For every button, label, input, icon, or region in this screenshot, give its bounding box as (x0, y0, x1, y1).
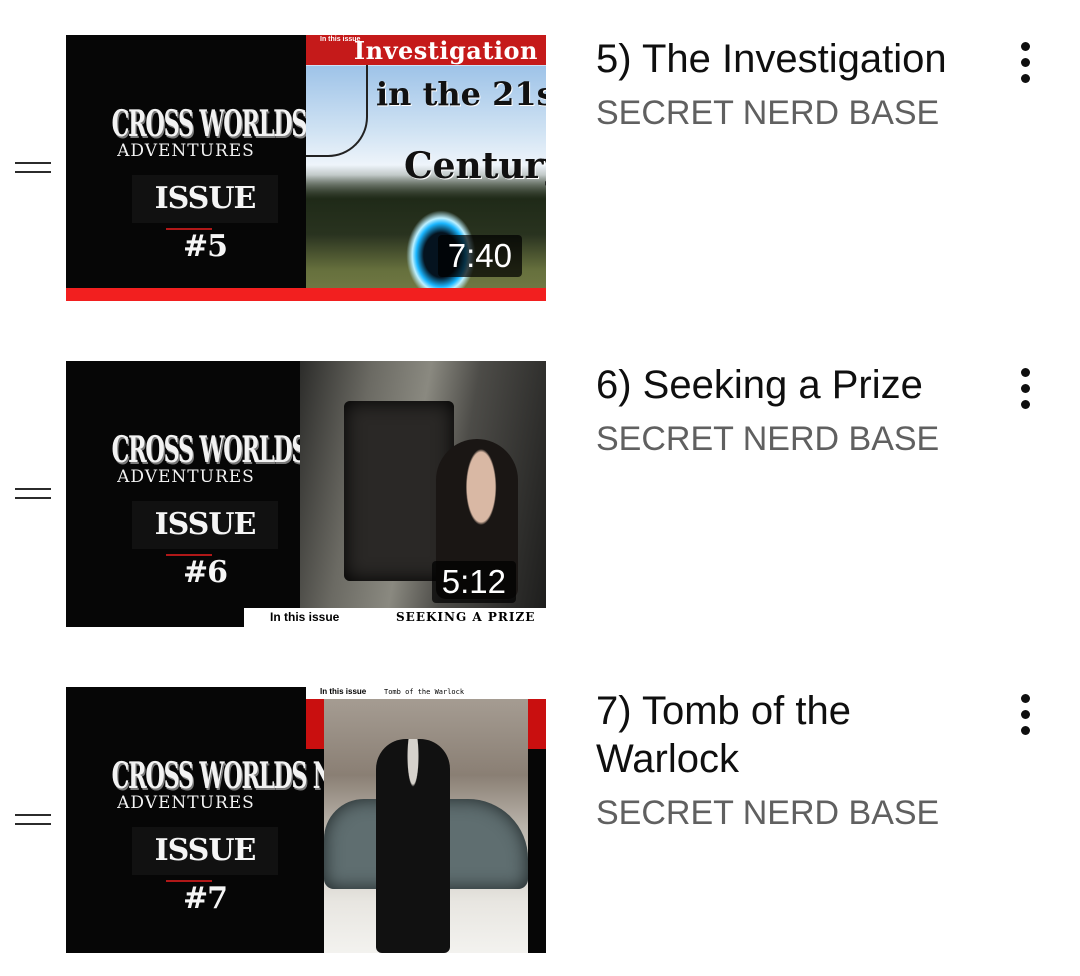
header-title: Investigation (353, 36, 538, 65)
more-vert-icon[interactable] (1006, 37, 1046, 89)
tree-branch (306, 65, 368, 157)
issue-underline (166, 228, 212, 230)
playlist-item[interactable]: CROSS WORLDS NEXUS ADVENTURES ISSUE #7 I… (0, 687, 1080, 953)
watched-progress-bar (66, 288, 546, 301)
logo-title: CROSS WORLDS NEXUS (111, 429, 399, 471)
channel-name[interactable]: SECRET NERD BASE (596, 793, 996, 833)
video-title[interactable]: 7) Tomb of the Warlock (596, 687, 996, 783)
video-info: 7) Tomb of the Warlock SECRET NERD BASE (596, 687, 996, 833)
thumbnail-scene (324, 699, 528, 953)
red-accent (306, 699, 324, 749)
video-info: 5) The Investigation SECRET NERD BASE (596, 35, 996, 133)
thumbnail-header: In this issue Investigation (306, 35, 546, 65)
person-image (376, 739, 450, 953)
thumbnail-logo: CROSS WORLDS NEXUS ADVENTURES (66, 100, 399, 160)
thumbnail-logo: CROSS WORLDS NEXUS ADVENTURES (66, 426, 399, 486)
playlist-item[interactable]: CROSS WORLDS NEXUS ADVENTURES ISSUE #6 I… (0, 361, 1080, 627)
thumbnail-line-1: in the 21st (376, 75, 546, 113)
thumbnail-caption: In this issue Tomb of the Warlock (306, 687, 546, 699)
issue-underline (166, 880, 212, 882)
video-title[interactable]: 5) The Investigation (596, 35, 996, 83)
playlist: CROSS WORLDS NEXUS ADVENTURES ISSUE #5 I… (0, 0, 1080, 976)
thumbnail-line-2: Century (404, 145, 546, 187)
channel-name[interactable]: SECRET NERD BASE (596, 93, 996, 133)
issue-number: ISSUE #5 (132, 175, 278, 264)
drag-handle-icon[interactable] (15, 810, 51, 830)
video-thumbnail[interactable]: CROSS WORLDS NEXUS ADVENTURES ISSUE #7 I… (66, 687, 546, 953)
video-thumbnail[interactable]: CROSS WORLDS NEXUS ADVENTURES ISSUE #5 I… (66, 35, 546, 301)
caption-label: In this issue (270, 610, 340, 624)
issue-number: ISSUE #6 (132, 501, 278, 590)
duration-badge: 5:12 (431, 561, 516, 603)
caption-title: SEEKING A PRIZE (396, 610, 536, 624)
video-thumbnail[interactable]: CROSS WORLDS NEXUS ADVENTURES ISSUE #6 I… (66, 361, 546, 627)
thumbnail-caption: In this issue SEEKING A PRIZE (244, 608, 546, 627)
issue-underline (166, 554, 212, 556)
drag-handle-icon[interactable] (15, 158, 51, 178)
video-title[interactable]: 6) Seeking a Prize (596, 361, 996, 409)
caption-label: In this issue (320, 687, 367, 696)
red-accent (528, 699, 546, 749)
thumbnail-logo: CROSS WORLDS NEXUS ADVENTURES (66, 752, 399, 812)
more-vert-icon[interactable] (1006, 363, 1046, 415)
more-vert-icon[interactable] (1006, 689, 1046, 741)
caption-title: Tomb of the Warlock (384, 688, 465, 696)
logo-title: CROSS WORLDS NEXUS (111, 755, 399, 797)
channel-name[interactable]: SECRET NERD BASE (596, 419, 996, 459)
video-info: 6) Seeking a Prize SECRET NERD BASE (596, 361, 996, 459)
duration-badge: 7:40 (437, 235, 522, 277)
logo-title: CROSS WORLDS NEXUS (111, 103, 399, 145)
issue-number: ISSUE #7 (132, 827, 278, 916)
drag-handle-icon[interactable] (15, 484, 51, 504)
playlist-item[interactable]: CROSS WORLDS NEXUS ADVENTURES ISSUE #5 I… (0, 35, 1080, 301)
